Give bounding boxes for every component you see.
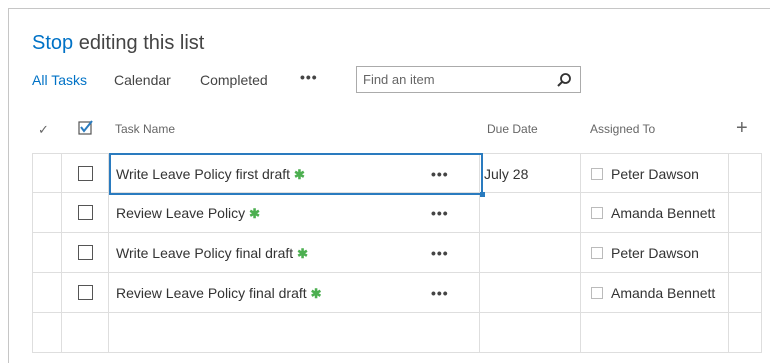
select-all-checkbox-icon[interactable] xyxy=(78,120,94,136)
new-item-icon: ✱ xyxy=(297,246,309,261)
empty-cell xyxy=(729,233,762,273)
due-date-cell[interactable] xyxy=(480,313,581,353)
table-row[interactable]: Write Leave Policy final draft ✱ ••• Pete… xyxy=(32,233,762,273)
column-header-due-date[interactable]: Due Date xyxy=(487,122,538,136)
header-check-icon: ✓ xyxy=(38,122,49,137)
row-checkbox[interactable] xyxy=(78,205,93,220)
assigned-to-cell[interactable]: Peter Dawson xyxy=(581,153,729,193)
assigned-to-cell[interactable]: Amanda Bennett xyxy=(581,193,729,233)
task-name-cell[interactable]: Review Leave Policy final draft ✱ ••• xyxy=(109,273,480,313)
person-presence-icon xyxy=(591,207,603,219)
task-name-cell[interactable] xyxy=(109,313,480,353)
row-select-cell xyxy=(62,153,109,193)
task-name: Write Leave Policy final draft ✱ xyxy=(116,245,309,261)
search-input[interactable] xyxy=(363,72,543,87)
row-select-cell xyxy=(62,313,109,353)
item-menu-button[interactable]: ••• xyxy=(431,166,449,182)
assigned-to: Peter Dawson xyxy=(591,245,699,261)
table-row[interactable]: Review Leave Policy ✱ ••• Amanda Bennett xyxy=(32,193,762,233)
due-date-cell[interactable] xyxy=(480,193,581,233)
empty-cell xyxy=(729,313,762,353)
new-item-row[interactable] xyxy=(32,313,762,353)
row-gutter xyxy=(32,273,62,313)
row-checkbox[interactable] xyxy=(78,245,93,260)
person-presence-icon xyxy=(591,287,603,299)
table-row[interactable]: Write Leave Policy first draft ✱ ••• July… xyxy=(32,153,762,193)
table-row[interactable]: Review Leave Policy final draft ✱ ••• Ama… xyxy=(32,273,762,313)
more-views-button[interactable]: ••• xyxy=(300,69,318,85)
add-column-button[interactable]: + xyxy=(736,118,748,138)
tab-calendar[interactable]: Calendar xyxy=(114,72,171,88)
task-name: Review Leave Policy final draft ✱ xyxy=(116,285,322,301)
item-menu-button[interactable]: ••• xyxy=(431,285,449,301)
tab-completed[interactable]: Completed xyxy=(200,72,268,88)
due-date: July 28 xyxy=(484,166,529,182)
assigned-to-cell[interactable]: Peter Dawson xyxy=(581,233,729,273)
empty-cell xyxy=(729,273,762,313)
new-item-icon: ✱ xyxy=(294,167,305,182)
due-date-cell[interactable] xyxy=(480,273,581,313)
row-gutter xyxy=(32,153,62,193)
new-item-icon: ✱ xyxy=(249,206,261,221)
person-presence-icon xyxy=(591,247,603,259)
row-select-cell xyxy=(62,273,109,313)
assigned-to: Amanda Bennett xyxy=(591,285,715,301)
empty-cell xyxy=(729,193,762,233)
due-date-cell[interactable]: July 28 xyxy=(480,153,581,193)
column-header-assigned-to[interactable]: Assigned To xyxy=(590,122,655,136)
row-gutter xyxy=(32,233,62,273)
row-select-cell xyxy=(62,193,109,233)
task-name-cell[interactable]: Write Leave Policy first draft ✱ ••• xyxy=(109,153,480,193)
row-select-cell xyxy=(62,233,109,273)
item-menu-button[interactable]: ••• xyxy=(431,205,449,221)
row-checkbox[interactable] xyxy=(78,285,93,300)
column-header-task-name[interactable]: Task Name xyxy=(115,122,175,136)
stop-editing-link[interactable]: Stop xyxy=(32,32,73,54)
assigned-to: Amanda Bennett xyxy=(591,205,715,221)
tab-all-tasks[interactable]: All Tasks xyxy=(32,72,87,88)
assigned-to-cell[interactable]: Amanda Bennett xyxy=(581,273,729,313)
person-presence-icon xyxy=(591,168,603,180)
row-gutter xyxy=(32,313,62,353)
assigned-to: Peter Dawson xyxy=(591,166,699,182)
task-name: Review Leave Policy ✱ xyxy=(116,205,261,221)
search-icon[interactable] xyxy=(556,72,572,88)
task-name-cell[interactable]: Write Leave Policy final draft ✱ ••• xyxy=(109,233,480,273)
due-date-cell[interactable] xyxy=(480,233,581,273)
task-name-cell[interactable]: Review Leave Policy ✱ ••• xyxy=(109,193,480,233)
title-rest: editing this list xyxy=(73,32,205,54)
item-menu-button[interactable]: ••• xyxy=(431,245,449,261)
row-gutter xyxy=(32,193,62,233)
task-name: Write Leave Policy first draft ✱ xyxy=(116,166,305,182)
new-item-icon: ✱ xyxy=(310,286,322,301)
search-box xyxy=(356,66,581,93)
row-checkbox[interactable] xyxy=(78,166,93,181)
page-title: Stop editing this list xyxy=(32,32,204,55)
empty-cell xyxy=(729,153,762,193)
assigned-to-cell[interactable] xyxy=(581,313,729,353)
